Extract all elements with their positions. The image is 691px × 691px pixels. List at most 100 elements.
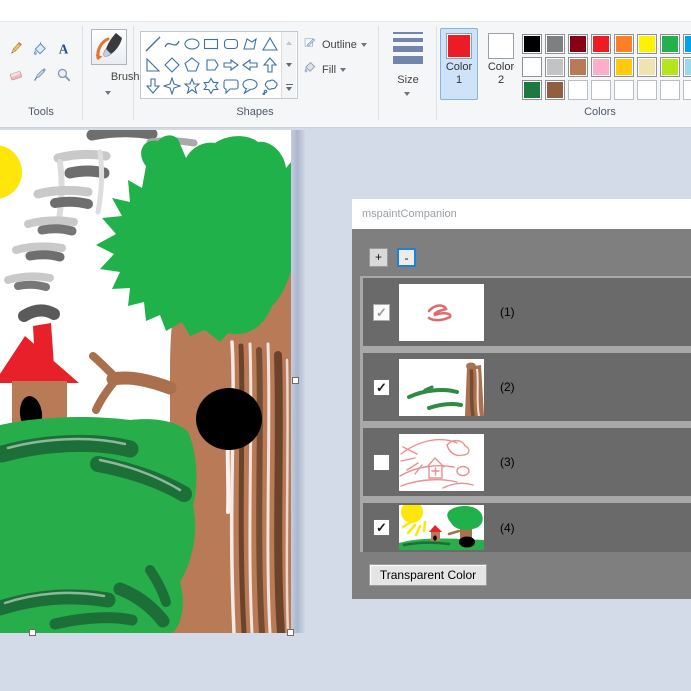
ribbon-body: A Tools Brushes Outline Fill Shapes Size… bbox=[0, 22, 691, 128]
group-separator bbox=[82, 26, 83, 120]
brushes-button[interactable]: Brushes bbox=[87, 27, 151, 119]
shape-line[interactable] bbox=[143, 33, 163, 54]
layer-label: (1) bbox=[500, 305, 515, 319]
layer-thumbnail bbox=[399, 358, 484, 416]
shape-curve[interactable] bbox=[163, 33, 183, 54]
palette-swatch[interactable] bbox=[568, 57, 588, 77]
eyedropper-tool-button[interactable] bbox=[28, 62, 52, 88]
magnifier-tool-button[interactable] bbox=[52, 62, 76, 88]
add-layer-button[interactable]: + bbox=[369, 248, 388, 267]
shape-right-triangle[interactable] bbox=[143, 54, 163, 75]
fill-dropdown[interactable]: Fill bbox=[303, 61, 347, 79]
chevron-down-icon bbox=[404, 92, 410, 96]
color2-button[interactable]: Color 2 bbox=[482, 28, 520, 100]
palette-swatch[interactable] bbox=[614, 57, 634, 77]
palette-swatch[interactable] bbox=[568, 34, 588, 54]
shape-pentagon[interactable] bbox=[182, 54, 202, 75]
palette-swatch[interactable] bbox=[660, 57, 680, 77]
svg-text:A: A bbox=[58, 41, 68, 56]
palette-swatch-empty[interactable] bbox=[683, 80, 691, 100]
layer-row[interactable]: ✓ (2) bbox=[363, 353, 691, 421]
text-tool-button[interactable]: A bbox=[52, 36, 76, 62]
fill-label: Fill bbox=[322, 64, 337, 76]
shape-polygon[interactable] bbox=[241, 33, 261, 54]
shape-star-5[interactable] bbox=[182, 75, 202, 96]
group-separator bbox=[378, 26, 379, 120]
shape-callout-rounded[interactable] bbox=[221, 75, 241, 96]
selection-handle-bottom-left[interactable] bbox=[29, 629, 36, 636]
color2-number: 2 bbox=[497, 74, 505, 86]
selection-handle-bottom-right[interactable] bbox=[287, 629, 294, 636]
palette-swatch-empty[interactable] bbox=[660, 80, 680, 100]
layer-thumbnail bbox=[399, 283, 484, 341]
tools-grid: A bbox=[4, 36, 80, 88]
palette-swatch[interactable] bbox=[637, 34, 657, 54]
layer-checkbox[interactable]: ✓ bbox=[373, 519, 390, 536]
shape-star-4[interactable] bbox=[163, 75, 183, 96]
shapes-scroll-down-button[interactable] bbox=[282, 54, 296, 76]
layer-row[interactable]: ✓ (4) bbox=[363, 503, 691, 552]
layer-thumbnail bbox=[399, 505, 484, 550]
palette-swatch[interactable] bbox=[683, 57, 691, 77]
fill-bucket-tool-button[interactable] bbox=[28, 36, 52, 62]
layer-checkbox[interactable]: ✓ bbox=[373, 303, 390, 321]
color1-button[interactable]: Color 1 bbox=[440, 28, 478, 100]
transparent-color-button[interactable]: Transparent Color bbox=[369, 564, 487, 586]
palette-swatch-empty[interactable] bbox=[614, 80, 634, 100]
palette-swatch[interactable] bbox=[545, 57, 565, 77]
palette-swatch-empty[interactable] bbox=[591, 80, 611, 100]
paint-canvas[interactable] bbox=[0, 130, 291, 633]
shape-arrow-left[interactable] bbox=[241, 54, 261, 75]
ribbon-tab-strip bbox=[0, 0, 691, 22]
shape-ellipse[interactable] bbox=[182, 33, 202, 54]
chevron-down-icon bbox=[340, 68, 347, 72]
outline-icon bbox=[303, 35, 318, 55]
shape-rectangle[interactable] bbox=[202, 33, 222, 54]
shape-arrow-down[interactable] bbox=[143, 75, 163, 96]
palette-swatch[interactable] bbox=[683, 34, 691, 54]
shape-hexagon[interactable] bbox=[202, 54, 222, 75]
shape-triangle[interactable] bbox=[260, 33, 280, 54]
shape-arrow-right[interactable] bbox=[221, 54, 241, 75]
palette-swatch[interactable] bbox=[637, 57, 657, 77]
shapes-scroll-up-button[interactable] bbox=[282, 32, 296, 54]
shapes-expand-button[interactable] bbox=[282, 76, 296, 98]
palette-swatch[interactable] bbox=[591, 57, 611, 77]
palette-swatch[interactable] bbox=[545, 80, 565, 100]
colors-group-label: Colors bbox=[584, 106, 616, 118]
layer-row[interactable]: ✓ (1) bbox=[363, 278, 691, 346]
layer-checkbox[interactable] bbox=[373, 453, 390, 471]
pencil-tool-button[interactable] bbox=[4, 36, 28, 62]
brush-icon bbox=[91, 29, 127, 65]
palette-swatch[interactable] bbox=[522, 57, 542, 77]
palette-swatch[interactable] bbox=[591, 34, 611, 54]
eraser-tool-button[interactable] bbox=[4, 62, 28, 88]
outline-dropdown[interactable]: Outline bbox=[303, 36, 367, 54]
palette-swatch-empty[interactable] bbox=[568, 80, 588, 100]
size-button[interactable]: Size bbox=[383, 28, 433, 118]
palette-swatch[interactable] bbox=[522, 80, 542, 100]
outline-label: Outline bbox=[322, 39, 357, 51]
companion-body: + - ✓ (1) ✓ (2) (3) ✓ (4) Transparent Co… bbox=[352, 229, 691, 599]
shape-arrow-up[interactable] bbox=[260, 54, 280, 75]
palette-swatch[interactable] bbox=[660, 34, 680, 54]
palette-swatch[interactable] bbox=[522, 34, 542, 54]
shape-rounded-rectangle[interactable] bbox=[221, 33, 241, 54]
shape-diamond[interactable] bbox=[163, 54, 183, 75]
companion-window: mspaintCompanion + - ✓ (1) ✓ (2) (3) ✓ (… bbox=[352, 199, 691, 599]
remove-layer-button[interactable]: - bbox=[397, 248, 416, 267]
shape-star-6[interactable] bbox=[202, 75, 222, 96]
palette-swatch[interactable] bbox=[545, 34, 565, 54]
ribbon: A Tools Brushes Outline Fill Shapes Size… bbox=[0, 0, 691, 128]
companion-title: mspaintCompanion bbox=[352, 199, 691, 229]
group-separator bbox=[133, 26, 134, 120]
palette-swatch[interactable] bbox=[614, 34, 634, 54]
shape-callout-cloud[interactable] bbox=[260, 75, 280, 96]
layer-row[interactable]: (3) bbox=[363, 428, 691, 496]
color1-number: 1 bbox=[455, 74, 463, 86]
layer-checkbox[interactable]: ✓ bbox=[373, 378, 390, 396]
selection-handle-right[interactable] bbox=[292, 377, 299, 384]
chevron-down-icon bbox=[360, 43, 367, 47]
palette-swatch-empty[interactable] bbox=[637, 80, 657, 100]
shape-callout-oval[interactable] bbox=[241, 75, 261, 96]
